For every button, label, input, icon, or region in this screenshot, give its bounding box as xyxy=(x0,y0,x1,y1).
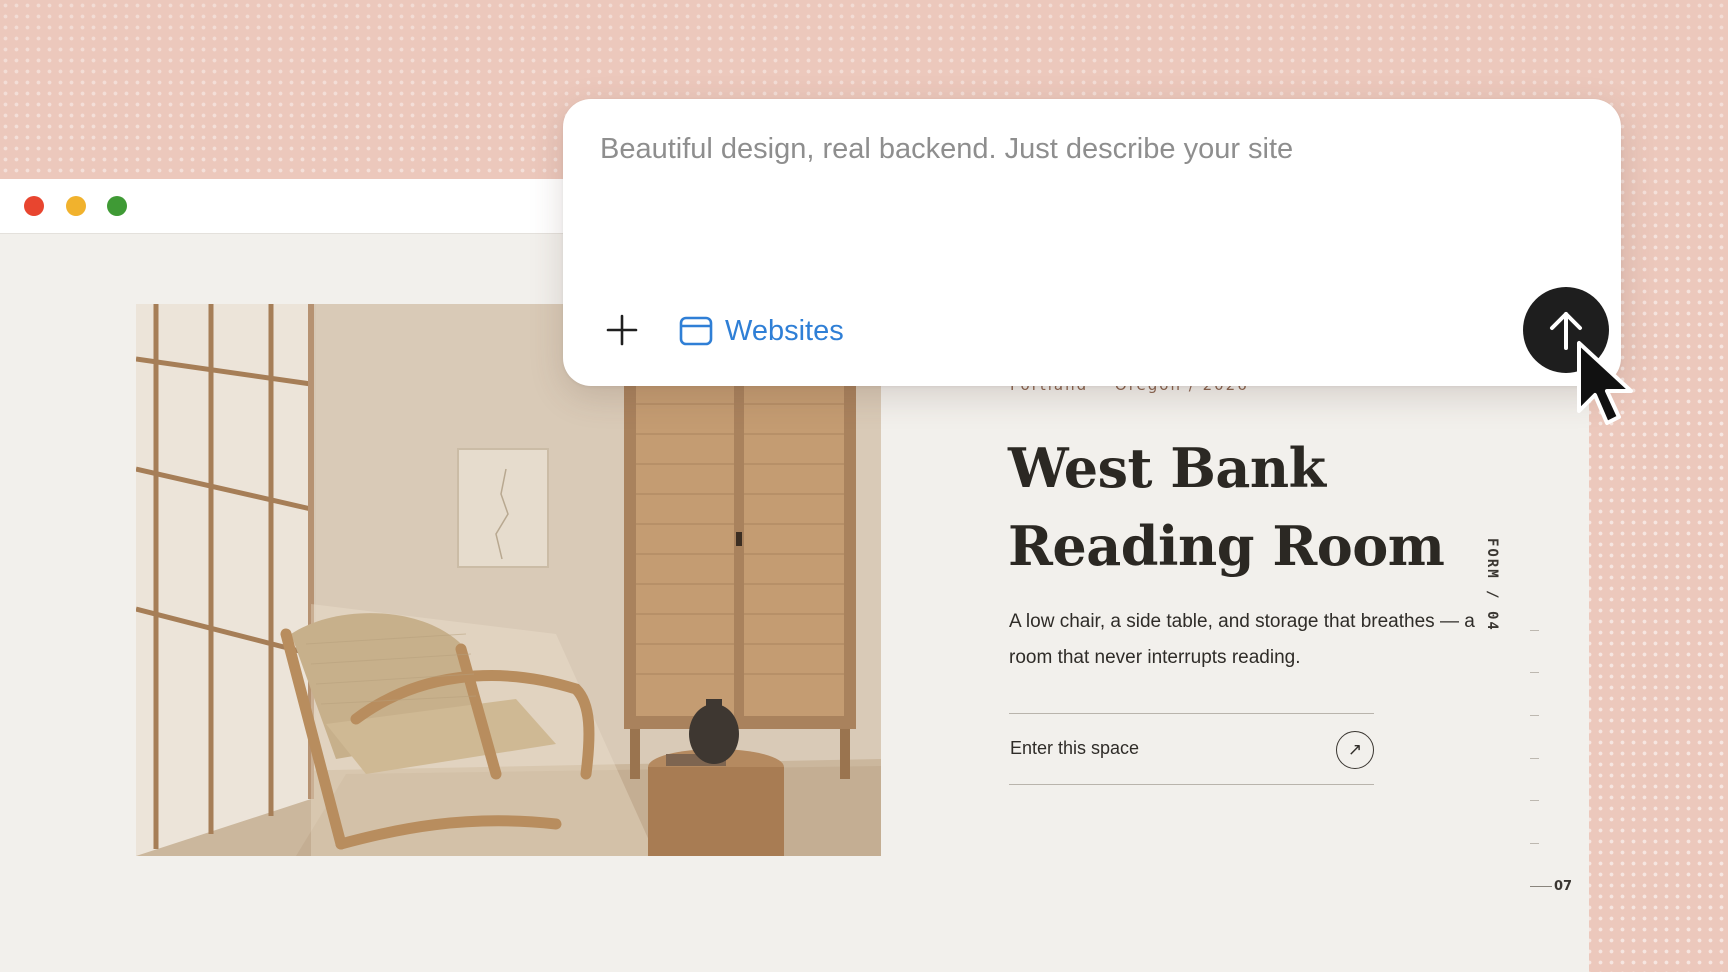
enter-space-label: Enter this space xyxy=(1010,738,1140,758)
websites-chip-label: Websites xyxy=(725,314,844,347)
add-button[interactable] xyxy=(599,307,645,353)
send-button[interactable] xyxy=(1523,287,1609,373)
ruler-tick xyxy=(1530,672,1539,673)
ruler-tick xyxy=(1530,758,1539,759)
page-number: 07 xyxy=(1554,879,1573,894)
close-window-button[interactable] xyxy=(24,196,44,216)
prompt-composer: Websites xyxy=(563,99,1621,386)
hero-image-reading-room xyxy=(136,304,881,856)
prompt-input[interactable] xyxy=(600,129,1540,249)
minimize-window-button[interactable] xyxy=(66,196,86,216)
page-title-line-2: Reading Room xyxy=(1008,514,1445,578)
section-vertical-label: FORM / 04 xyxy=(1484,538,1500,632)
enter-space-link[interactable]: Enter this space ↗ xyxy=(1009,713,1374,785)
maximize-window-button[interactable] xyxy=(107,196,127,216)
page-title-line-1: West Bank xyxy=(1008,436,1326,500)
ruler-tick xyxy=(1530,800,1539,801)
browser-window-icon xyxy=(679,316,713,346)
ruler-tick xyxy=(1530,715,1539,716)
plus-icon xyxy=(606,314,638,346)
ruler-tick xyxy=(1530,843,1539,844)
arrow-up-right-icon[interactable]: ↗ xyxy=(1336,731,1374,769)
websites-chip[interactable]: Websites xyxy=(679,311,844,351)
page-title: West Bank Reading Room xyxy=(1008,429,1468,585)
ruler-tick xyxy=(1530,630,1539,631)
arrow-up-icon xyxy=(1550,312,1582,350)
page-description: A low chair, a side table, and storage t… xyxy=(1009,611,1475,668)
ruler-tick-current xyxy=(1530,886,1552,887)
